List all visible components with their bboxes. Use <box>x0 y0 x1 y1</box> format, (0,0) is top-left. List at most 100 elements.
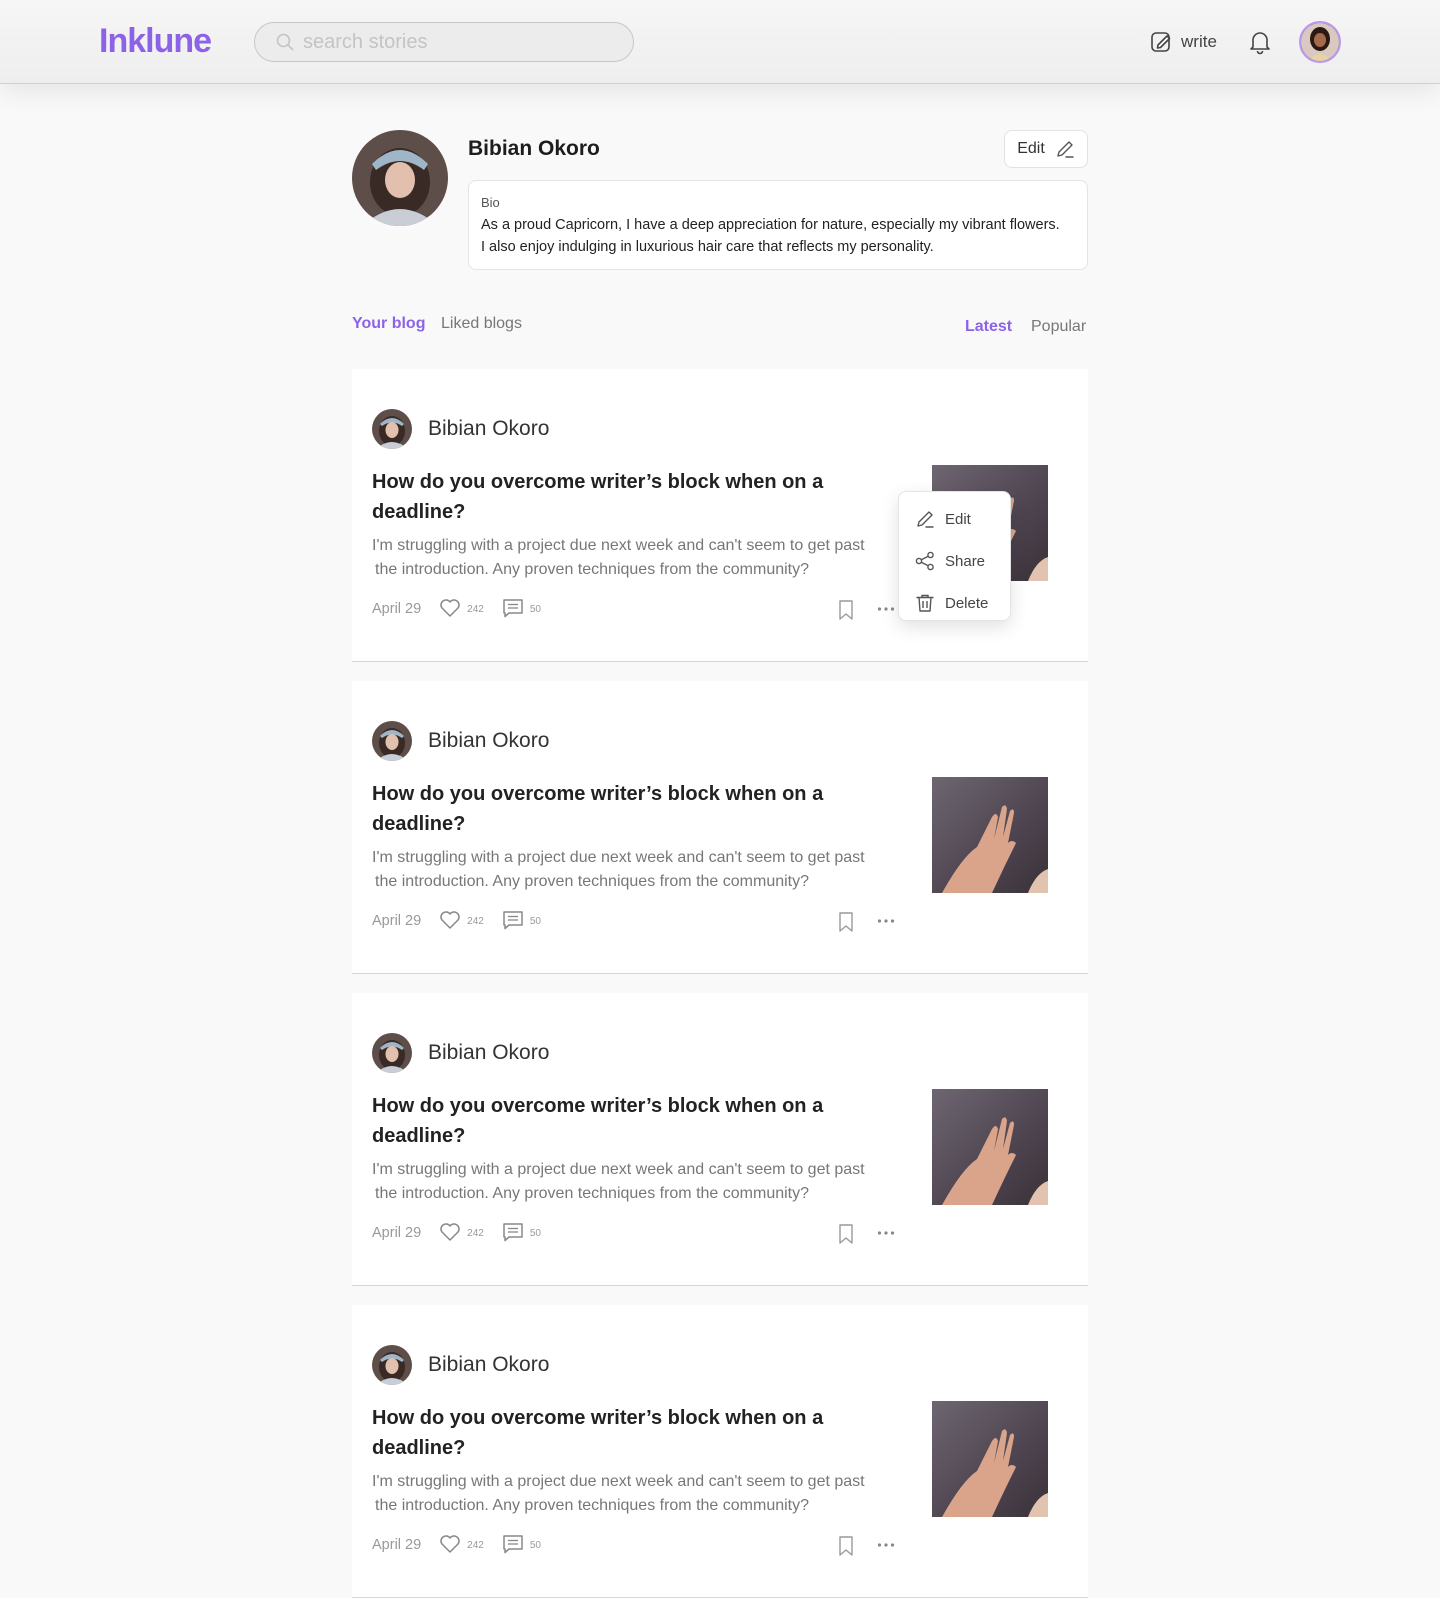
edit-profile-button[interactable]: Edit <box>1004 130 1088 168</box>
post-excerpt-line: the introduction. Any proven techniques … <box>375 561 810 578</box>
post-excerpt-line: I'm struggling with a project due next w… <box>372 537 865 554</box>
post-excerpt-line: the introduction. Any proven techniques … <box>375 1497 810 1514</box>
post-excerpt: I'm struggling with a project due next w… <box>372 534 902 582</box>
bio-line: As a proud Capricorn, I have a deep appr… <box>481 217 1060 233</box>
post-author[interactable]: Bibian Okoro <box>428 729 549 753</box>
sort-latest[interactable]: Latest <box>965 318 1012 336</box>
bio-box: Bio As a proud Capricorn, I have a deep … <box>468 180 1088 270</box>
post-title-line: How do you overcome writer’s block when … <box>372 783 824 805</box>
post-title[interactable]: How do you overcome writer’s block when … <box>372 779 872 839</box>
search-icon <box>276 33 294 51</box>
user-avatar[interactable] <box>1299 21 1341 63</box>
like-button[interactable]: 242 <box>439 1222 484 1245</box>
search-bar[interactable] <box>254 22 634 62</box>
like-button[interactable]: 242 <box>439 1534 484 1557</box>
bio-label: Bio <box>481 195 500 210</box>
post-date: April 29 <box>372 1225 422 1241</box>
bookmark-icon[interactable] <box>836 1535 856 1557</box>
more-options-icon[interactable] <box>876 1539 896 1551</box>
profile-avatar <box>352 130 448 226</box>
post-excerpt: I'm struggling with a project due next w… <box>372 1470 902 1518</box>
menu-share-label: Share <box>945 552 986 570</box>
post-title[interactable]: How do you overcome writer’s block when … <box>372 1091 872 1151</box>
post-author[interactable]: Bibian Okoro <box>428 1353 549 1377</box>
like-button[interactable]: 242 <box>439 910 484 933</box>
notification-bell-icon[interactable] <box>1247 29 1273 55</box>
post-card[interactable]: Bibian Okoro How do you overcome writer’… <box>352 993 1088 1286</box>
trash-icon <box>916 594 934 612</box>
more-options-icon[interactable] <box>876 915 896 927</box>
heart-icon <box>439 1534 461 1557</box>
post-author[interactable]: Bibian Okoro <box>428 417 549 441</box>
author-avatar[interactable] <box>372 1345 412 1385</box>
search-input[interactable] <box>301 29 605 55</box>
bookmark-icon[interactable] <box>836 911 856 933</box>
post-date: April 29 <box>372 601 422 617</box>
post-meta: April 29 242 50 <box>372 1221 559 1245</box>
post-excerpt-line: I'm struggling with a project due next w… <box>372 1473 865 1490</box>
bookmark-icon[interactable] <box>836 1223 856 1245</box>
like-count: 242 <box>467 915 484 927</box>
post-title-line: deadline? <box>372 1437 466 1459</box>
more-options-icon[interactable] <box>876 603 896 615</box>
compose-icon <box>1151 32 1171 52</box>
comment-count: 50 <box>529 1539 541 1551</box>
bio-line: I also enjoy indulging in luxurious hair… <box>481 239 934 255</box>
tab-your-blog[interactable]: Your blog <box>352 315 425 333</box>
like-count: 242 <box>467 1539 484 1551</box>
post-thumbnail[interactable] <box>932 1401 1048 1517</box>
comment-button[interactable]: 50 <box>502 910 541 933</box>
profile-photo <box>352 130 448 226</box>
write-label: write <box>1181 32 1217 51</box>
like-button[interactable]: 242 <box>439 598 484 621</box>
post-title[interactable]: How do you overcome writer’s block when … <box>372 467 872 527</box>
heart-icon <box>439 598 461 621</box>
menu-edit-label: Edit <box>945 510 971 528</box>
comment-count: 50 <box>529 915 541 927</box>
comment-icon <box>502 1534 524 1557</box>
author-avatar[interactable] <box>372 1033 412 1073</box>
menu-delete[interactable]: Delete <box>899 582 1010 624</box>
post-date: April 29 <box>372 1537 422 1553</box>
menu-edit[interactable]: Edit <box>899 498 1010 540</box>
post-card[interactable]: Bibian Okoro How do you overcome writer’… <box>352 681 1088 974</box>
post-date: April 29 <box>372 913 422 929</box>
bookmark-icon[interactable] <box>836 599 856 621</box>
post-title[interactable]: How do you overcome writer’s block when … <box>372 1403 872 1463</box>
menu-share[interactable]: Share <box>899 540 1010 582</box>
post-excerpt-line: the introduction. Any proven techniques … <box>375 873 810 890</box>
post-meta: April 29 242 50 <box>372 1533 559 1557</box>
comment-icon <box>502 598 524 621</box>
post-excerpt-line: I'm struggling with a project due next w… <box>372 1161 865 1178</box>
post-title-line: How do you overcome writer’s block when … <box>372 1407 824 1429</box>
comment-button[interactable]: 50 <box>502 1222 541 1245</box>
top-navbar: Inklune write <box>0 0 1440 84</box>
comment-count: 50 <box>529 603 541 615</box>
post-thumbnail[interactable] <box>932 777 1048 893</box>
author-avatar[interactable] <box>372 721 412 761</box>
comment-icon <box>502 1222 524 1245</box>
post-thumbnail[interactable] <box>932 1089 1048 1205</box>
post-meta: April 29 242 50 <box>372 597 559 621</box>
pencil-icon <box>917 511 934 528</box>
post-excerpt: I'm struggling with a project due next w… <box>372 1158 902 1206</box>
write-button[interactable]: write <box>1149 28 1217 56</box>
post-title-line: deadline? <box>372 501 466 523</box>
post-card[interactable]: Bibian Okoro How do you overcome writer’… <box>352 1305 1088 1598</box>
profile-name: Bibian Okoro <box>468 137 600 160</box>
comment-button[interactable]: 50 <box>502 1534 541 1557</box>
sort-popular[interactable]: Popular <box>1031 318 1086 336</box>
menu-delete-label: Delete <box>945 594 989 612</box>
post-meta: April 29 242 50 <box>372 909 559 933</box>
tab-liked-blogs[interactable]: Liked blogs <box>441 315 522 333</box>
comment-button[interactable]: 50 <box>502 598 541 621</box>
post-author[interactable]: Bibian Okoro <box>428 1041 549 1065</box>
post-excerpt: I'm struggling with a project due next w… <box>372 846 902 894</box>
post-title-line: How do you overcome writer’s block when … <box>372 1095 824 1117</box>
comment-icon <box>502 910 524 933</box>
like-count: 242 <box>467 603 484 615</box>
logo[interactable]: Inklune <box>99 22 212 61</box>
more-options-icon[interactable] <box>876 1227 896 1239</box>
heart-icon <box>439 1222 461 1245</box>
author-avatar[interactable] <box>372 409 412 449</box>
